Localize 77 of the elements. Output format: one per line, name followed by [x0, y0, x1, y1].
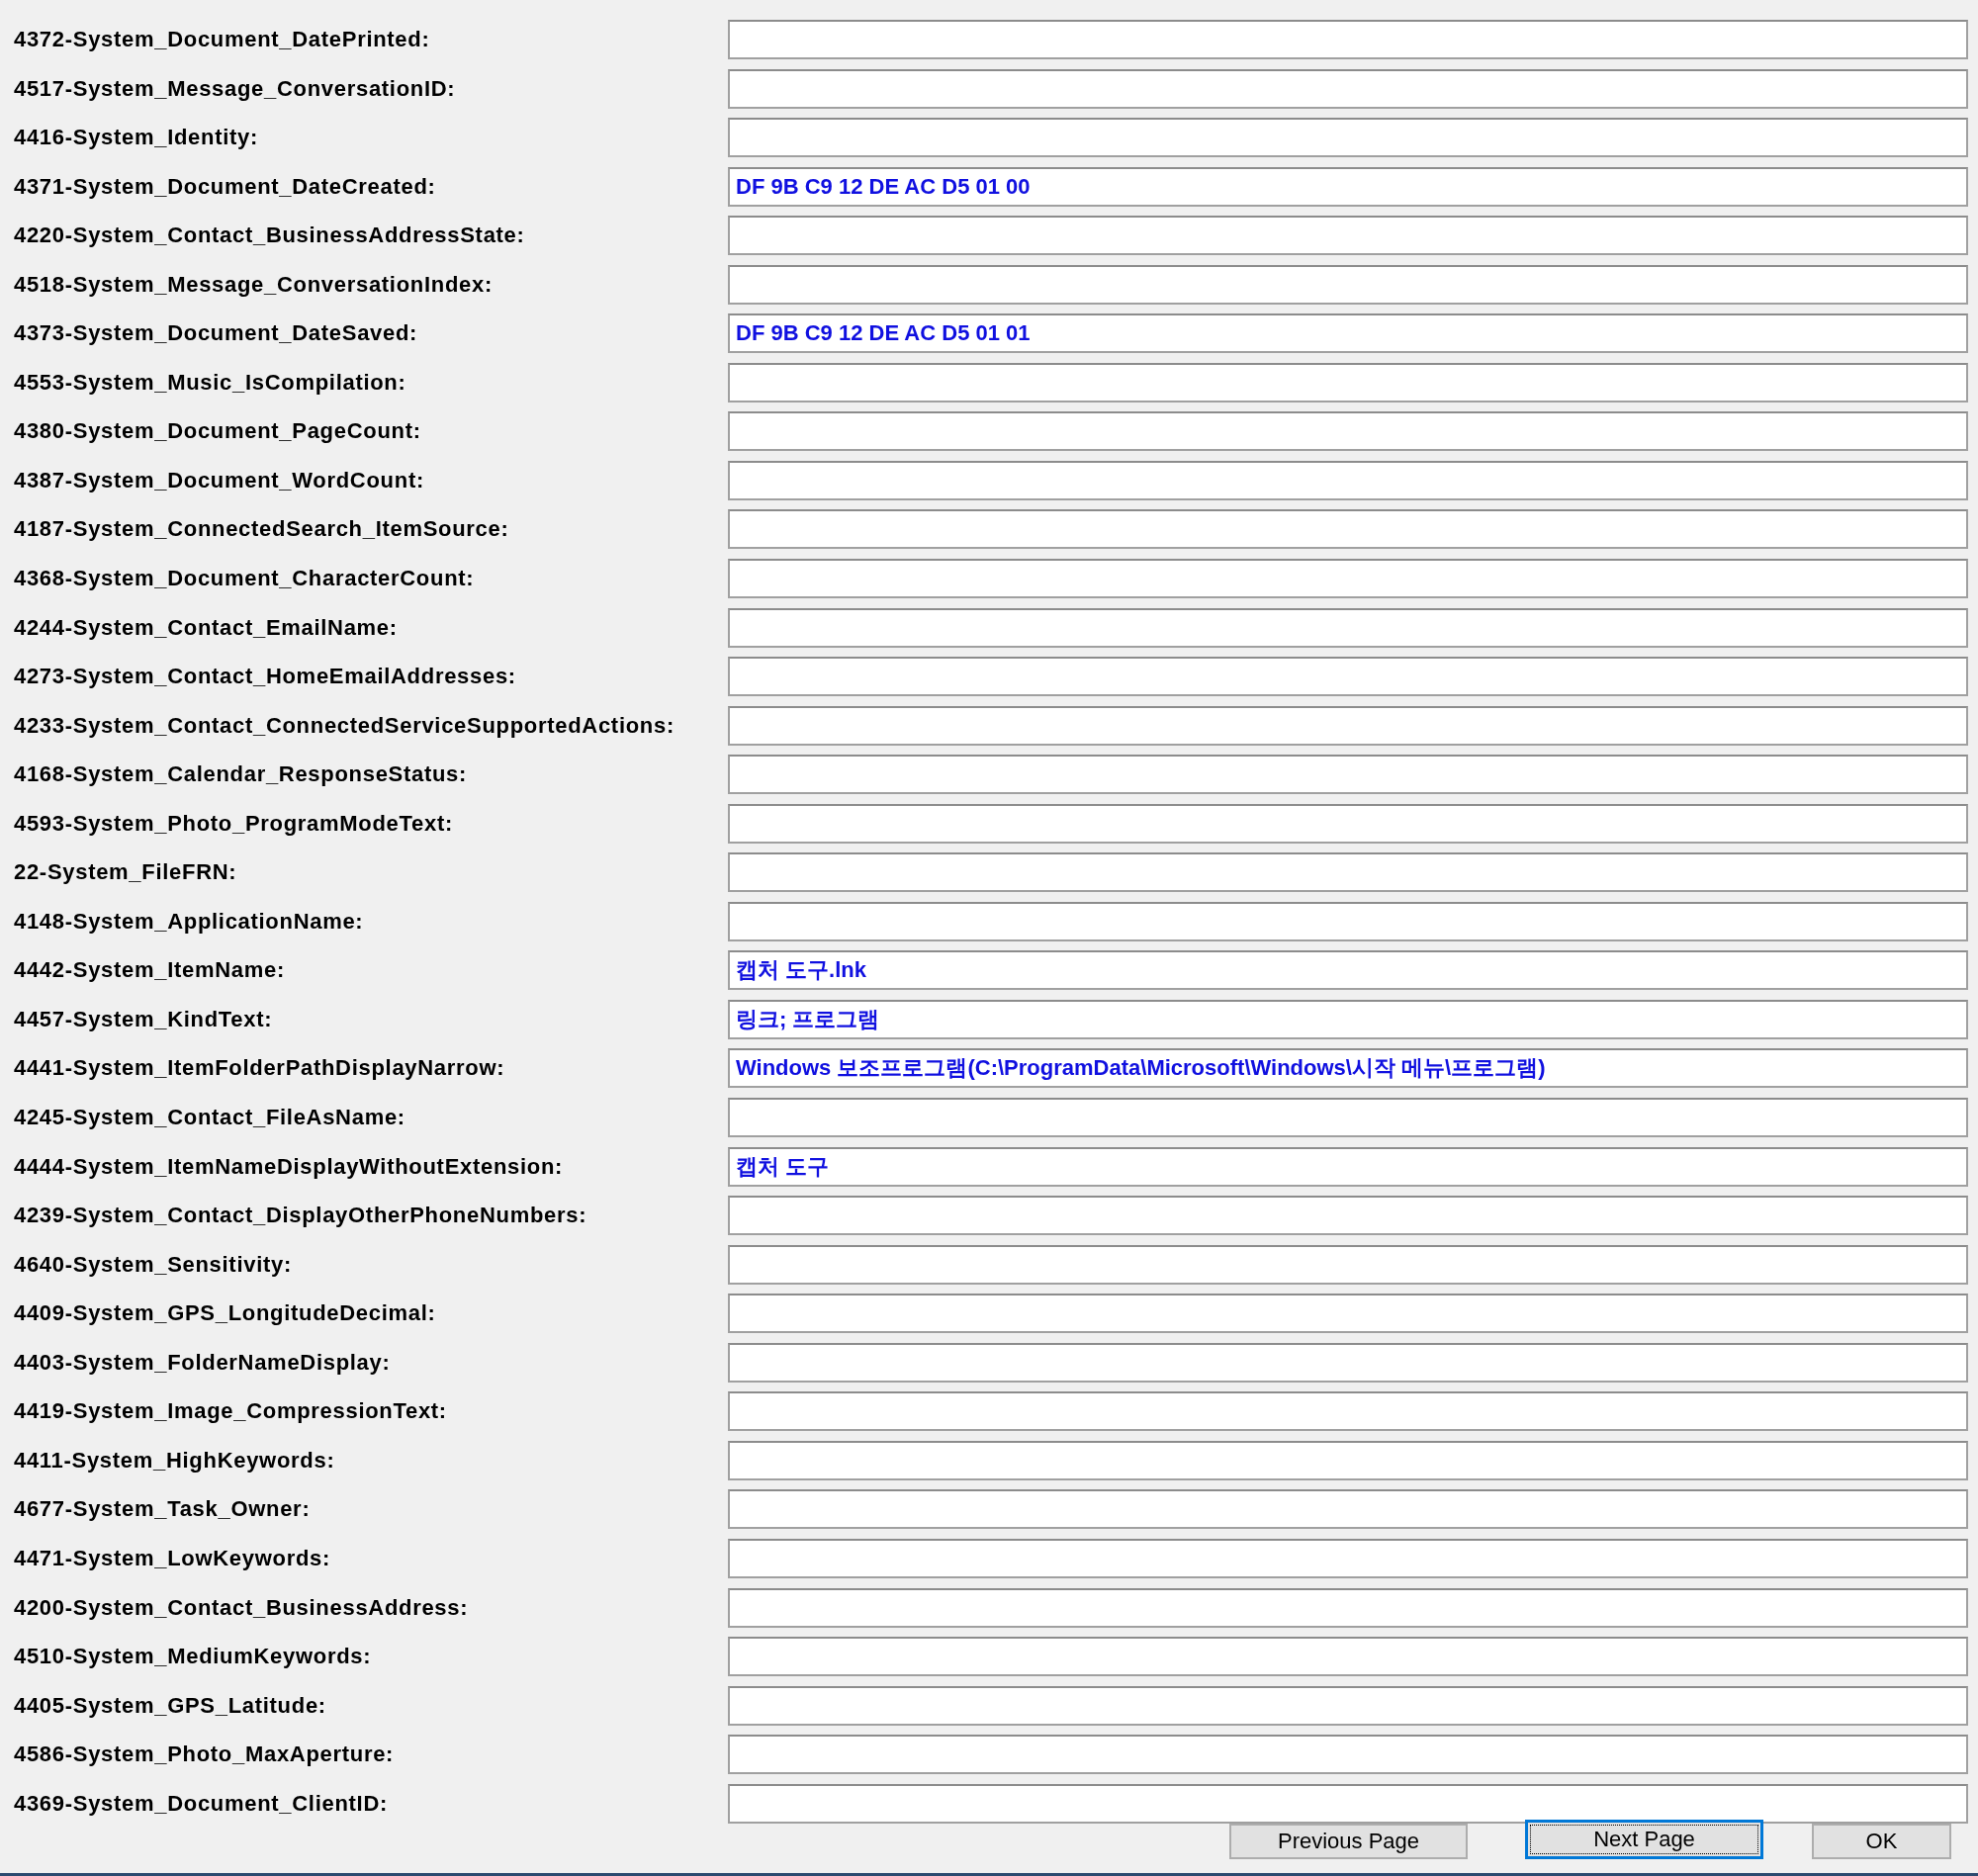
field-label: 4368-System_Document_CharacterCount: — [13, 566, 476, 591]
text-field[interactable] — [728, 1489, 1968, 1530]
text-field[interactable] — [728, 705, 1968, 746]
text-field[interactable] — [728, 411, 1968, 452]
field-label: 4387-System_Document_WordCount: — [13, 467, 425, 493]
text-field[interactable] — [728, 1440, 1968, 1480]
field-label: 4419-System_Image_CompressionText: — [13, 1398, 448, 1425]
field-label: 4553-System_Music_IsCompilation: — [13, 369, 407, 396]
previous-page-button[interactable]: Previous Page — [1229, 1823, 1468, 1859]
text-field[interactable] — [728, 657, 1968, 697]
text-field[interactable] — [728, 460, 1968, 500]
text-field[interactable] — [728, 1342, 1968, 1383]
text-field[interactable]: 캡처 도구.lnk — [728, 950, 1968, 991]
ok-button[interactable]: OK — [1812, 1823, 1951, 1859]
next-page-button[interactable]: Next Page — [1525, 1819, 1763, 1859]
text-field[interactable] — [728, 1637, 1968, 1677]
field-label: 4220-System_Contact_BusinessAddressState: — [13, 223, 526, 249]
text-field[interactable] — [728, 1196, 1968, 1236]
field-label: 4369-System_Document_ClientID: — [13, 1790, 389, 1817]
field-label: 4239-System_Contact_DisplayOtherPhoneNumbers: — [13, 1203, 588, 1229]
field-label: 4148-System_ApplicationName: — [13, 908, 365, 935]
field-label: 4233-System_Contact_ConnectedServiceSupportedActions: — [13, 712, 675, 739]
text-field[interactable]: DF 9B C9 12 DE AC D5 01 01 — [728, 313, 1968, 354]
field-label: 4245-System_Contact_FileAsName: — [13, 1105, 406, 1131]
field-label: 4411-System_HighKeywords: — [13, 1447, 336, 1474]
text-field[interactable] — [728, 118, 1968, 158]
field-label: 4409-System_GPS_LongitudeDecimal: — [13, 1300, 437, 1327]
field-label: 4380-System_Document_PageCount: — [13, 418, 422, 445]
text-field[interactable] — [728, 1391, 1968, 1432]
field-label: 4168-System_Calendar_ResponseStatus: — [13, 761, 469, 788]
field-label: 4510-System_MediumKeywords: — [13, 1644, 373, 1670]
text-field[interactable] — [728, 1098, 1968, 1138]
field-label: 4586-System_Photo_MaxAperture: — [13, 1742, 396, 1768]
text-field[interactable] — [728, 20, 1968, 59]
text-field[interactable] — [728, 559, 1968, 598]
field-label: 4273-System_Contact_HomeEmailAddresses: — [13, 664, 517, 690]
text-field[interactable] — [728, 852, 1968, 893]
field-label: 4416-System_Identity: — [13, 125, 260, 151]
field-label: 22-System_FileFRN: — [13, 859, 238, 886]
text-field[interactable]: 링크; 프로그램 — [728, 999, 1968, 1039]
field-label: 4441-System_ItemFolderPathDisplayNarrow: — [13, 1055, 506, 1082]
field-label: 4471-System_LowKeywords: — [13, 1545, 332, 1571]
text-field[interactable] — [728, 68, 1968, 109]
text-field[interactable] — [728, 1735, 1968, 1775]
text-field[interactable] — [728, 901, 1968, 941]
text-field[interactable] — [728, 1587, 1968, 1628]
field-label: 4457-System_KindText: — [13, 1006, 274, 1032]
field-label: 4442-System_ItemName: — [13, 957, 286, 984]
field-label: 4373-System_Document_DateSaved: — [13, 320, 419, 347]
text-field[interactable]: Windows 보조프로그램(C:\ProgramData\Microsoft\Windows\시작 메뉴\프로그램) — [728, 1048, 1968, 1089]
field-label: 4517-System_Message_ConversationID: — [13, 75, 457, 102]
text-field[interactable] — [728, 607, 1968, 648]
field-label: 4187-System_ConnectedSearch_ItemSource: — [13, 516, 510, 543]
field-label: 4640-System_Sensitivity: — [13, 1251, 293, 1278]
text-field[interactable] — [728, 1783, 1968, 1824]
text-field[interactable] — [728, 1685, 1968, 1726]
field-label: 4405-System_GPS_Latitude: — [13, 1692, 327, 1719]
text-field[interactable] — [728, 1244, 1968, 1285]
text-field[interactable] — [728, 803, 1968, 844]
text-field[interactable]: DF 9B C9 12 DE AC D5 01 00 — [728, 166, 1968, 207]
field-label: 4518-System_Message_ConversationIndex: — [13, 271, 494, 298]
field-label: 4403-System_FolderNameDisplay: — [13, 1349, 392, 1376]
field-label: 4593-System_Photo_ProgramModeText: — [13, 810, 454, 837]
field-label: 4677-System_Task_Owner: — [13, 1496, 312, 1523]
text-field[interactable] — [728, 509, 1968, 550]
field-label: 4200-System_Contact_BusinessAddress: — [13, 1594, 470, 1621]
text-field[interactable] — [728, 216, 1968, 256]
field-label: 4371-System_Document_DateCreated: — [13, 173, 437, 200]
field-label: 4372-System_Document_DatePrinted: — [13, 27, 431, 52]
text-field[interactable] — [728, 1294, 1968, 1334]
field-label: 4444-System_ItemNameDisplayWithoutExtension: — [13, 1153, 565, 1180]
text-field[interactable] — [728, 755, 1968, 795]
text-field[interactable] — [728, 1538, 1968, 1578]
text-field[interactable] — [728, 362, 1968, 402]
text-field[interactable]: 캡처 도구 — [728, 1146, 1968, 1187]
field-label: 4244-System_Contact_EmailName: — [13, 614, 399, 641]
text-field[interactable] — [728, 264, 1968, 305]
